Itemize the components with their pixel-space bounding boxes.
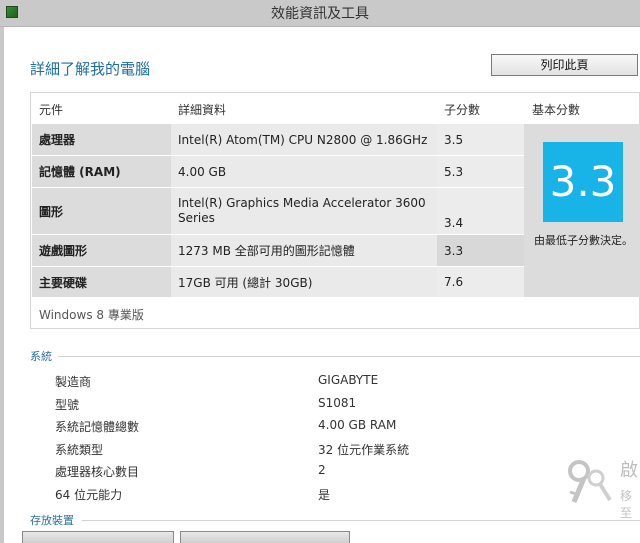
column-header-basescore: 基本分數 [532,103,581,117]
system-section-heading: 系統 [30,350,52,363]
score-row-graphics-subscore: 3.4 [437,188,524,234]
score-row-memory-details: 4.00 GB [171,156,437,187]
score-row-disk-details: 17GB 可用 (總計 30GB) [171,267,437,297]
system-memory-label: 系統記憶體總數 [55,420,140,434]
system-manufacturer-label: 製造商 [55,375,92,389]
activation-key-icon [568,460,612,503]
taskbar-thumbnail-1[interactable] [22,531,174,543]
score-row-gaming-graphics-details: 1273 MB 全部可用的圖形記憶體 [171,235,437,266]
score-panel: 元件 詳細資料 子分數 基本分數 處理器 Intel(R) Atom(TM) C… [30,92,640,329]
base-score-area: 3.3 由最低子分數決定。 [524,124,640,297]
column-header-subscore: 子分數 [444,103,481,117]
print-page-button[interactable]: 列印此頁 [491,54,638,76]
system-type-value: 32 位元作業系統 [318,443,410,457]
activation-watermark-text: 啟 [620,460,638,481]
system-cores-label: 處理器核心數目 [55,465,140,479]
title-bar: 效能資訊及工具 [0,0,640,27]
score-row-gaming-graphics-subscore: 3.3 [437,235,524,266]
page-title: 詳細了解我的電腦 [30,60,151,78]
graphics-details-line-2: Series [178,211,215,225]
system-64bit-value: 是 [318,488,331,502]
system-cores-value: 2 [318,463,326,477]
storage-section-divider [82,520,640,521]
base-score-tile: 3.3 [543,142,623,222]
system-model-value: S1081 [318,396,357,410]
system-type-label: 系統類型 [55,443,104,457]
score-row-memory-subscore: 5.3 [437,156,524,187]
score-row-graphics-details: Intel(R) Graphics Media Accelerator 3600… [171,188,437,234]
os-edition: Windows 8 專業版 [39,308,144,322]
score-row-gaming-graphics-label: 遊戲圖形 [32,235,171,266]
score-row-processor-subscore: 3.5 [437,124,524,155]
score-row-disk-subscore: 7.6 [437,267,524,297]
score-row-memory-label: 記憶體 (RAM) [32,156,171,187]
taskbar-thumbnail-2[interactable] [180,531,350,543]
activation-watermark-subtext: 移至 [620,489,633,520]
system-model-label: 型號 [55,398,80,412]
column-header-details: 詳細資料 [178,103,227,117]
system-64bit-label: 64 位元能力 [55,488,123,502]
system-section-divider [58,356,640,357]
score-row-processor-details: Intel(R) Atom(TM) CPU N2800 @ 1.86GHz [171,124,437,155]
score-row-processor-label: 處理器 [32,124,171,155]
graphics-details-line-1: Intel(R) Graphics Media Accelerator 3600 [178,196,426,210]
window-title: 效能資訊及工具 [271,6,369,22]
system-memory-value: 4.00 GB RAM [318,418,397,432]
base-score-note: 由最低子分數決定。 [534,234,633,247]
storage-section-heading: 存放裝置 [30,514,74,527]
score-row-disk-label: 主要硬碟 [32,267,171,297]
system-manufacturer-value: GIGABYTE [318,373,379,387]
window-frame-left [0,27,4,543]
column-header-component: 元件 [39,103,64,117]
score-row-graphics-label: 圖形 [32,188,171,234]
